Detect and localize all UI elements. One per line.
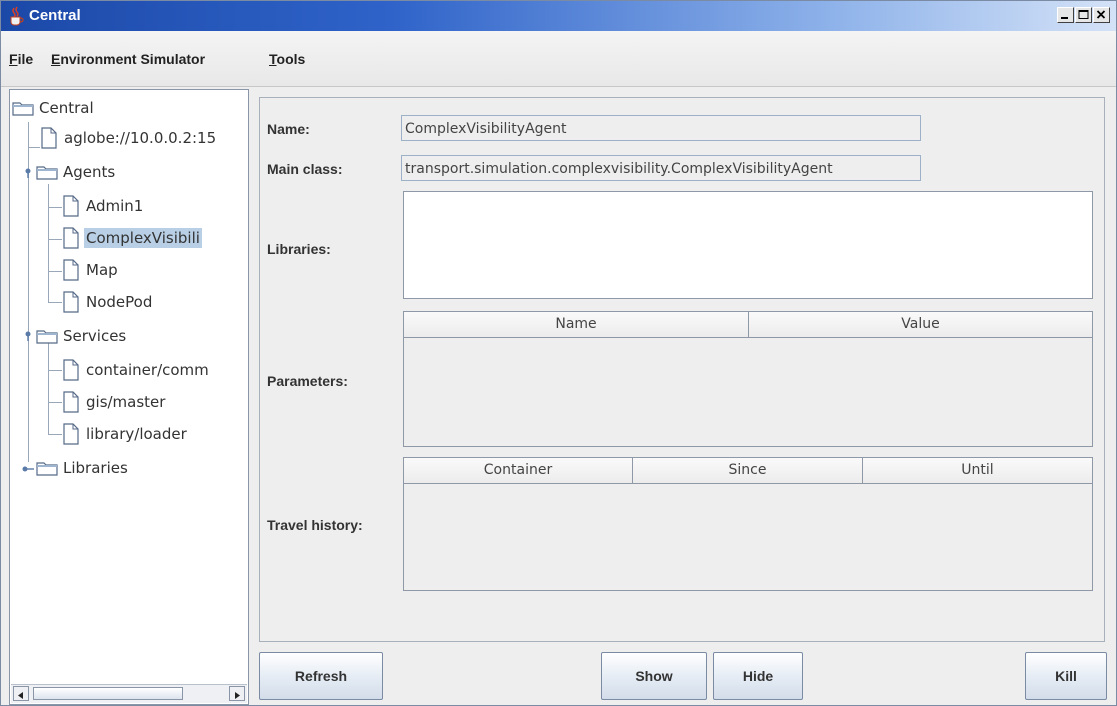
show-button[interactable]: Show (601, 652, 707, 700)
column-header-value[interactable]: Value (749, 312, 1092, 338)
kill-button[interactable]: Kill (1025, 652, 1107, 700)
tree-panel[interactable]: Central aglobe://10.0.0.2:15 Agents Admi… (9, 89, 249, 705)
file-icon (63, 195, 79, 217)
menu-environment-label: nvironment Simulator (60, 51, 206, 67)
column-header-container[interactable]: Container (404, 458, 633, 484)
tree-label-services: Services (63, 327, 127, 345)
menu-tools-mnemonic: T (269, 51, 277, 67)
maximize-button[interactable] (1075, 7, 1092, 23)
file-icon (63, 227, 79, 249)
parameters-label: Parameters: (267, 373, 348, 389)
tree-node-agent[interactable]: NodePod (62, 290, 154, 314)
folder-icon (36, 166, 58, 180)
menu-tools-label: ools (276, 51, 306, 67)
menu-tools[interactable]: Tools (269, 51, 305, 67)
close-icon (1096, 10, 1106, 19)
hide-button[interactable]: Hide (713, 652, 803, 700)
menu-environment-mnemonic: E (51, 51, 61, 67)
minimize-button[interactable] (1057, 7, 1074, 23)
libraries-list[interactable] (403, 191, 1093, 299)
arrow-right-icon (235, 692, 240, 699)
folder-icon (36, 462, 58, 476)
tree-label-service: library/loader (86, 425, 187, 443)
horizontal-scrollbar[interactable] (11, 684, 247, 703)
window-title: Central (29, 7, 81, 24)
tree-label-service: gis/master (86, 393, 166, 411)
close-button[interactable] (1093, 7, 1110, 23)
refresh-button[interactable]: Refresh (259, 652, 383, 700)
file-icon (63, 423, 79, 445)
folder-icon (36, 330, 58, 344)
travel-history-label: Travel history: (267, 517, 363, 533)
java-cup-icon (10, 6, 24, 26)
file-icon (63, 259, 79, 281)
tree-label-libraries: Libraries (63, 459, 128, 477)
name-label: Name: (267, 121, 310, 137)
tree-node-address[interactable]: aglobe://10.0.0.2:15 (40, 126, 218, 150)
parameters-table-header: Name Value (404, 312, 1092, 338)
travel-history-table-header: Container Since Until (404, 458, 1092, 484)
name-field[interactable]: ComplexVisibilityAgent (401, 115, 921, 141)
libraries-label: Libraries: (267, 241, 331, 257)
menu-environment-simulator[interactable]: Environment Simulator (51, 51, 205, 67)
menu-file[interactable]: File (9, 51, 33, 67)
tree-label-agent: NodePod (86, 293, 153, 311)
main-class-field[interactable]: transport.simulation.complexvisibility.C… (401, 155, 921, 181)
tree-node-agent[interactable]: Admin1 (62, 194, 145, 218)
expanded-toggle-icon[interactable] (22, 168, 34, 178)
main-class-label: Main class: (267, 161, 343, 177)
tree-label-central: Central (39, 99, 94, 117)
column-header-name[interactable]: Name (404, 312, 749, 338)
tree-label-agent: Map (86, 261, 118, 279)
file-icon (63, 291, 79, 313)
tree-label-agents: Agents (63, 163, 116, 181)
tree-node-service[interactable]: container/comm (62, 358, 211, 382)
tree-node-central[interactable]: Central (12, 96, 96, 120)
scrollbar-thumb[interactable] (33, 687, 183, 700)
tree-label-address: aglobe://10.0.0.2:15 (64, 129, 217, 147)
tree-node-libraries[interactable]: Libraries (36, 456, 130, 480)
arrow-left-icon (18, 692, 23, 699)
scroll-right-button[interactable] (229, 686, 245, 701)
menu-file-label: ile (17, 51, 34, 67)
tree-label-agent: ComplexVisibili (84, 228, 202, 248)
tree-label-agent: Admin1 (86, 197, 144, 215)
file-icon (41, 127, 57, 149)
tree-node-agent[interactable]: Map (62, 258, 120, 282)
tree-node-agents[interactable]: Agents (36, 160, 117, 184)
column-header-since[interactable]: Since (633, 458, 863, 484)
menu-bar: File Environment Simulator Tools (1, 31, 1116, 87)
column-header-until[interactable]: Until (863, 458, 1092, 484)
app-window: Central File Environment Simulator Tools (0, 0, 1117, 706)
travel-history-table[interactable]: Container Since Until (403, 457, 1093, 591)
tree-label-service: container/comm (86, 361, 209, 379)
menu-file-mnemonic: F (9, 51, 18, 67)
maximize-icon (1078, 10, 1089, 19)
tree-node-services[interactable]: Services (36, 324, 128, 348)
parameters-table[interactable]: Name Value (403, 311, 1093, 447)
scroll-left-button[interactable] (13, 686, 29, 701)
expanded-toggle-icon[interactable] (22, 331, 34, 341)
file-icon (63, 359, 79, 381)
tree-node-service[interactable]: library/loader (62, 422, 189, 446)
title-bar[interactable]: Central (1, 1, 1116, 31)
folder-icon (12, 102, 34, 116)
tree-node-agent-selected[interactable]: ComplexVisibili (62, 226, 202, 250)
collapsed-toggle-icon[interactable] (22, 464, 34, 474)
tree-node-service[interactable]: gis/master (62, 390, 167, 414)
file-icon (63, 391, 79, 413)
minimize-icon (1061, 17, 1068, 19)
